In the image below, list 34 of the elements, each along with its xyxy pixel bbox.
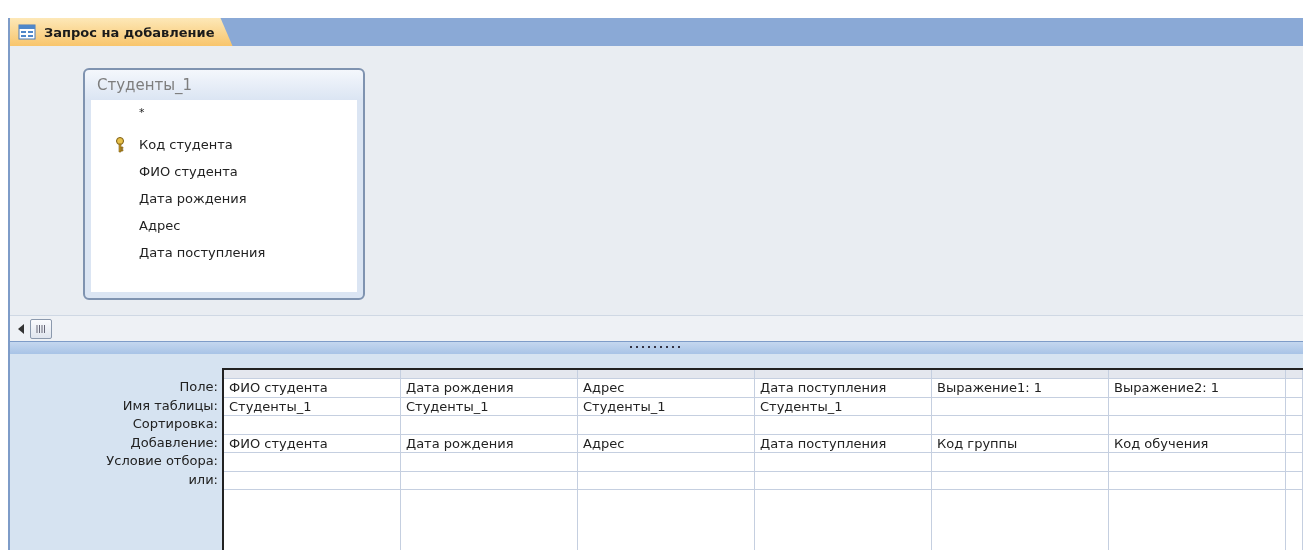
row-label: Условие отбора: <box>105 452 219 470</box>
query-tab[interactable]: Запрос на добавление <box>10 18 233 46</box>
field-name[interactable]: Дата рождения <box>139 191 247 206</box>
grid-cell[interactable]: Студенты_1 <box>224 397 401 416</box>
grid-cell[interactable]: Выражение1: 1 <box>932 379 1109 397</box>
scroll-thumb[interactable] <box>30 318 52 339</box>
grid-cell[interactable]: ФИО студента <box>224 434 401 453</box>
grid-cell[interactable]: Студенты_1 <box>755 397 932 416</box>
grid-cell[interactable]: Дата рождения <box>401 434 578 453</box>
row-label: Сортировка: <box>131 415 219 433</box>
field-name[interactable]: Код студента <box>139 137 233 152</box>
table-title: Студенты_1 <box>96 75 194 96</box>
field-name[interactable]: * <box>139 106 145 119</box>
grid-cell[interactable]: Дата поступления <box>755 379 932 397</box>
grid-cell[interactable]: Код обучения <box>1109 434 1286 453</box>
grid-cell[interactable]: Адрес <box>578 434 755 453</box>
field-name[interactable]: Дата поступления <box>139 245 266 260</box>
scroll-left-icon[interactable] <box>18 323 24 334</box>
field-name[interactable]: ФИО студента <box>139 164 238 179</box>
row-label: Имя таблицы: <box>121 396 219 415</box>
field-name[interactable]: Адрес <box>139 218 181 233</box>
grid-cell[interactable]: ФИО студента <box>224 379 401 397</box>
grid-cell[interactable]: Выражение2: 1 <box>1109 379 1286 397</box>
grid-cell[interactable]: Студенты_1 <box>401 397 578 416</box>
grid-cell[interactable]: Дата рождения <box>401 379 578 397</box>
grid-cell[interactable]: Код группы <box>932 434 1109 453</box>
row-label: Поле: <box>178 378 219 396</box>
grid-cell[interactable]: Дата поступления <box>755 434 932 453</box>
row-label: или: <box>187 470 219 489</box>
grid-cell[interactable]: Студенты_1 <box>578 397 755 416</box>
key-icon <box>115 136 125 153</box>
query-icon <box>18 24 36 40</box>
grid-cell[interactable]: Адрес <box>578 379 755 397</box>
row-label: Добавление: <box>129 433 219 452</box>
